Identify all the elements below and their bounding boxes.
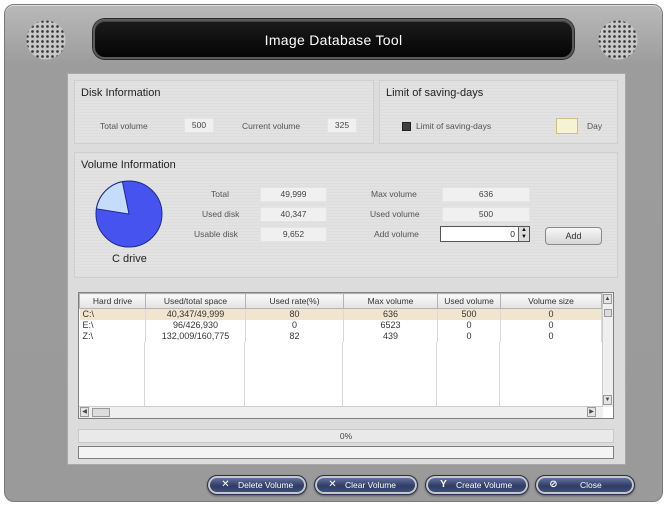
- vertical-scroll-thumb[interactable]: [604, 309, 612, 317]
- close-label: Close: [580, 480, 602, 490]
- delete-volume-label: Delete Volume: [238, 480, 294, 490]
- current-volume-value: 325: [327, 118, 357, 133]
- column-header-used-total-space[interactable]: Used/total space: [145, 293, 246, 309]
- speaker-grille-left-icon: [25, 19, 67, 61]
- table-cell: 439: [343, 331, 438, 342]
- table-empty-area: [79, 342, 601, 406]
- horizontal-scroll-thumb[interactable]: [92, 408, 110, 417]
- volume-information-panel: Volume Information C drive Total 49,999 …: [74, 152, 618, 278]
- window-title: Image Database Tool: [264, 32, 403, 48]
- table-cell: E:\: [79, 320, 146, 331]
- limit-saving-days-label: Limit of saving-days: [416, 121, 492, 131]
- scroll-down-arrow-icon[interactable]: ▼: [603, 395, 612, 405]
- disk-usage-pie-chart: [95, 180, 163, 248]
- table-cell: 0: [437, 320, 501, 331]
- usable-disk-label: Usable disk: [194, 229, 238, 239]
- column-header-hard-drive[interactable]: Hard drive: [79, 293, 146, 309]
- table-cell: 0: [500, 331, 602, 342]
- max-volume-value: 636: [442, 187, 530, 202]
- table-horizontal-scrollbar[interactable]: ◀ ▶: [79, 406, 603, 418]
- used-volume-value: 500: [442, 207, 530, 222]
- scroll-right-arrow-icon[interactable]: ▶: [587, 407, 596, 417]
- total-value: 49,999: [260, 187, 327, 202]
- progress-bar: [78, 446, 614, 459]
- create-volume-button[interactable]: Y Create Volume: [425, 475, 529, 495]
- pie-caption: C drive: [112, 253, 147, 265]
- usable-disk-value: 9,652: [260, 227, 327, 242]
- column-header-max-volume[interactable]: Max volume: [343, 293, 438, 309]
- x-icon: ✕: [221, 479, 230, 490]
- used-volume-label: Used volume: [370, 209, 420, 219]
- table-cell: 0: [437, 331, 501, 342]
- table-row[interactable]: Z:\ 132,009/160,775 82 439 0 0: [79, 331, 602, 342]
- speaker-grille-right-icon: [597, 19, 639, 61]
- drive-table: Hard drive Used/total space Used rate(%)…: [78, 292, 614, 419]
- add-volume-button[interactable]: Add: [545, 227, 602, 245]
- scroll-left-arrow-icon[interactable]: ◀: [80, 407, 89, 417]
- table-row[interactable]: E:\ 96/426,930 0 6523 0 0: [79, 320, 602, 331]
- disk-information-title: Disk Information: [81, 87, 161, 99]
- table-row[interactable]: C:\ 40,347/49,999 80 636 500 0: [79, 308, 602, 320]
- progress-percent-label: 0%: [78, 429, 614, 443]
- table-cell: 96/426,930: [145, 320, 246, 331]
- delete-volume-button[interactable]: ✕ Delete Volume: [207, 475, 307, 495]
- saving-days-panel: Limit of saving-days Limit of saving-day…: [379, 80, 618, 144]
- used-disk-value: 40,347: [260, 207, 327, 222]
- volume-information-title: Volume Information: [81, 159, 176, 171]
- saving-days-input[interactable]: [556, 118, 578, 134]
- table-cell: 82: [245, 331, 344, 342]
- total-volume-label: Total volume: [100, 121, 148, 131]
- main-content: Disk Information Total volume 500 Curren…: [67, 73, 626, 465]
- table-cell: 40,347/49,999: [145, 308, 246, 320]
- add-volume-spinner-icon[interactable]: ▲ ▼: [518, 227, 529, 241]
- clear-volume-button[interactable]: ✕ Clear Volume: [314, 475, 418, 495]
- table-cell: 500: [437, 308, 501, 320]
- total-volume-value: 500: [184, 118, 214, 133]
- close-button[interactable]: ⊘ Close: [535, 475, 635, 495]
- power-icon: ⊘: [549, 479, 558, 490]
- max-volume-label: Max volume: [371, 189, 417, 199]
- limit-saving-days-checkbox[interactable]: [402, 122, 411, 131]
- column-header-volume-size[interactable]: Volume size: [500, 293, 602, 309]
- column-header-used-volume[interactable]: Used volume: [437, 293, 501, 309]
- add-volume-input[interactable]: 0: [440, 226, 530, 242]
- table-cell: 636: [343, 308, 438, 320]
- table-cell: 132,009/160,775: [145, 331, 246, 342]
- create-volume-label: Create Volume: [456, 480, 513, 490]
- add-volume-label: Add volume: [374, 229, 419, 239]
- table-cell: 0: [245, 320, 344, 331]
- app-window: Image Database Tool Disk Information Tot…: [4, 4, 663, 502]
- table-cell: 0: [500, 320, 602, 331]
- current-volume-label: Current volume: [242, 121, 301, 131]
- table-cell: C:\: [79, 308, 146, 320]
- table-cell: 80: [245, 308, 344, 320]
- table-vertical-scrollbar[interactable]: ▲ ▼: [602, 293, 613, 407]
- table-header-row: Hard drive Used/total space Used rate(%)…: [79, 293, 602, 309]
- title-bar: Image Database Tool: [93, 19, 574, 59]
- y-connector-icon: Y: [440, 479, 447, 490]
- clear-volume-label: Clear Volume: [345, 480, 397, 490]
- total-label: Total: [211, 189, 229, 199]
- day-unit-label: Day: [587, 121, 603, 131]
- table-cell: 6523: [343, 320, 438, 331]
- disk-information-panel: Disk Information Total volume 500 Curren…: [74, 80, 374, 144]
- saving-days-title: Limit of saving-days: [386, 87, 484, 99]
- used-disk-label: Used disk: [202, 209, 240, 219]
- table-cell: Z:\: [79, 331, 146, 342]
- x-icon: ✕: [328, 479, 337, 490]
- table-cell: 0: [500, 308, 602, 320]
- column-header-used-rate[interactable]: Used rate(%): [245, 293, 344, 309]
- scroll-up-arrow-icon[interactable]: ▲: [603, 294, 612, 304]
